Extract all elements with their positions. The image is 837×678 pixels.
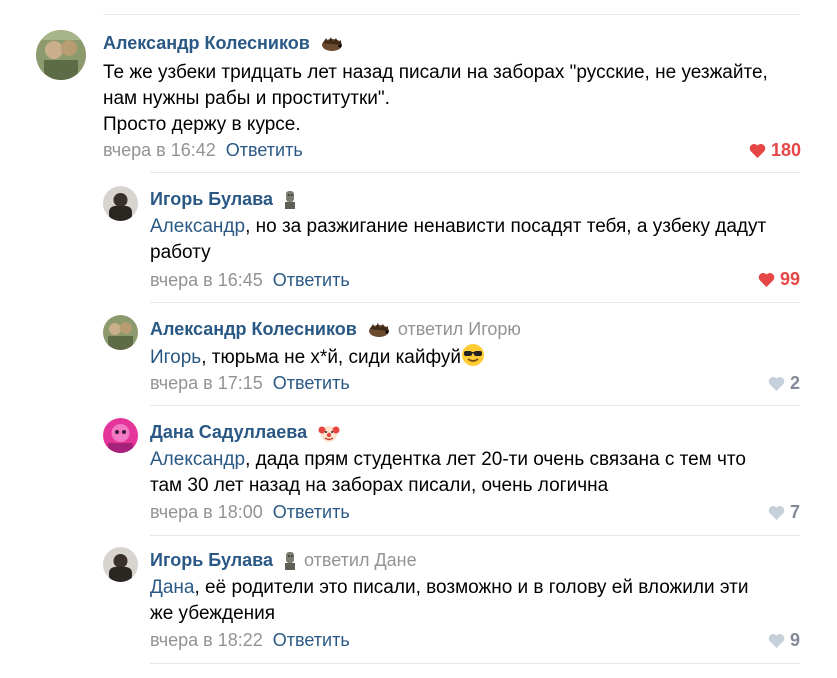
avatar[interactable] — [103, 418, 138, 453]
comment-date[interactable]: вчера в 17:15 — [150, 373, 263, 393]
replied-to[interactable]: ответил Дане — [304, 550, 417, 570]
divider — [150, 172, 800, 173]
heart-filled-icon — [758, 272, 775, 287]
comment-author[interactable]: Александр Колесников — [103, 33, 310, 53]
comment-text: Просто держу в курсе. — [103, 114, 301, 135]
like-count: 9 — [790, 630, 801, 650]
comment-text: нам нужны рабы и проститутки". — [103, 88, 390, 109]
heart-icon — [768, 633, 785, 648]
mention-link[interactable]: Дана — [150, 577, 195, 598]
comment-date[interactable]: вчера в 18:22 — [150, 630, 263, 650]
comment-text: , её родители это писали, возможно и в г… — [194, 577, 749, 598]
heart-filled-icon — [749, 143, 766, 158]
comment-author[interactable]: Игорь Булава — [150, 550, 273, 570]
like-count: 7 — [790, 502, 801, 522]
reply-button[interactable]: Ответить — [273, 270, 350, 290]
avatar[interactable] — [103, 315, 138, 350]
comment-text: , дада прям студентка лет 20-ти очень св… — [245, 449, 746, 470]
statue-sticker-icon — [284, 190, 296, 210]
avatar[interactable] — [103, 547, 138, 582]
top-divider — [103, 14, 800, 15]
avatar[interactable] — [36, 30, 86, 80]
like-button[interactable]: 9 — [768, 629, 800, 651]
avatar[interactable] — [103, 186, 138, 221]
comment-text: же убеждения — [150, 603, 276, 624]
comment-date[interactable]: вчера в 18:00 — [150, 502, 263, 522]
like-button[interactable]: 180 — [749, 139, 801, 161]
comment-text: работу — [150, 242, 211, 263]
like-count: 180 — [771, 140, 802, 160]
hedgehog-sticker-icon — [321, 37, 343, 52]
clown-sticker-icon — [318, 422, 340, 444]
sunglasses-emoji-icon — [461, 343, 485, 375]
comment-text: там 30 лет назад на заборах писали, очен… — [150, 475, 609, 496]
comment-text: Те же узбеки тридцать лет назад писали н… — [103, 62, 768, 83]
reply-button[interactable]: Ответить — [273, 373, 350, 393]
comment-date[interactable]: вчера в 16:45 — [150, 270, 263, 290]
like-count: 2 — [790, 373, 801, 393]
reply-button[interactable]: Ответить — [273, 630, 350, 650]
comment-date[interactable]: вчера в 16:42 — [103, 140, 216, 160]
divider — [150, 535, 800, 536]
divider — [150, 663, 800, 664]
comment-text: , тюрьма не х*й, сиди кайфуй — [201, 347, 462, 368]
reply-button[interactable]: Ответить — [273, 502, 350, 522]
mention-link[interactable]: Александр — [150, 216, 245, 237]
reply-button[interactable]: Ответить — [226, 140, 303, 160]
mention-link[interactable]: Александр — [150, 449, 245, 470]
divider — [150, 405, 800, 406]
comment-author[interactable]: Игорь Булава — [150, 189, 273, 209]
like-button[interactable]: 99 — [758, 268, 800, 290]
replied-to[interactable]: ответил Игорю — [398, 319, 521, 339]
heart-icon — [768, 376, 785, 391]
heart-icon — [768, 505, 785, 520]
like-button[interactable]: 7 — [768, 501, 800, 523]
statue-sticker-icon — [284, 551, 296, 571]
mention-link[interactable]: Игорь — [150, 347, 201, 368]
comment-author[interactable]: Александр Колесников — [150, 319, 357, 339]
like-button[interactable]: 2 — [768, 372, 800, 394]
hedgehog-sticker-icon — [368, 323, 390, 338]
like-count: 99 — [780, 269, 801, 289]
divider — [150, 302, 800, 303]
comment-text: , но за разжигание ненависти посадят теб… — [245, 216, 767, 237]
comment-author[interactable]: Дана Садуллаева — [150, 422, 307, 442]
